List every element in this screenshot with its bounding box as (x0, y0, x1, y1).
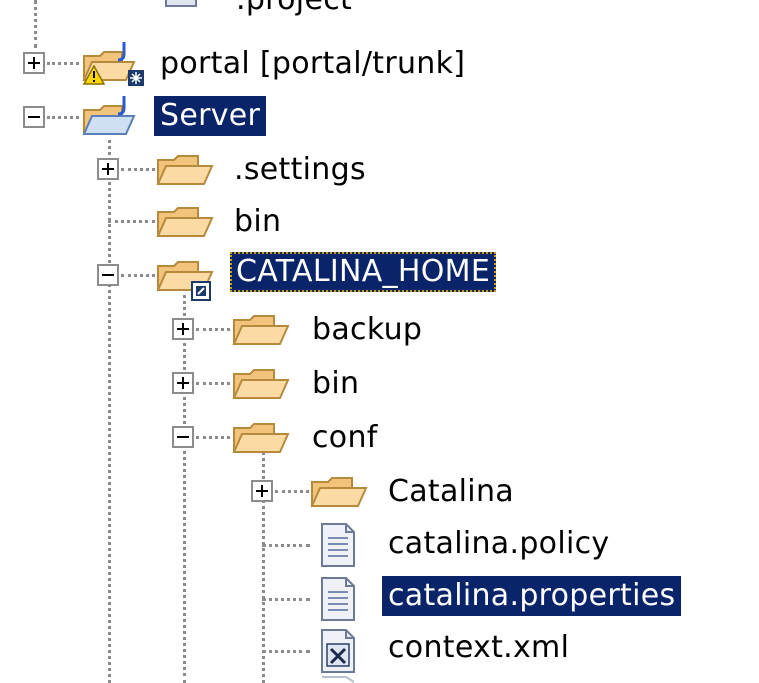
folder-icon (154, 202, 216, 242)
expand-toggle[interactable] (23, 52, 45, 74)
tree-guide-line (34, 0, 37, 48)
tree-item-label-catalina[interactable]: Catalina (382, 472, 520, 512)
tree-item-label-catalina-policy[interactable]: catalina.policy (382, 524, 615, 564)
tree-item-label-bin[interactable]: bin (228, 202, 287, 242)
tree-guide-line (108, 220, 155, 223)
collapse-toggle[interactable] (23, 106, 45, 128)
xml-file-icon (318, 628, 358, 674)
tree-item-label-bin[interactable]: bin (306, 364, 365, 404)
project-explorer-tree: .project portal [portal/trunk] Server (0, 0, 759, 683)
expand-toggle[interactable] (97, 158, 119, 180)
file-icon (318, 676, 358, 683)
tree-guide-line (121, 274, 155, 277)
folder-icon (308, 472, 370, 512)
tree-guide-line (183, 288, 186, 683)
tree-guide-line (47, 62, 79, 65)
tree-guide-line (262, 650, 310, 653)
tree-item-label-settings[interactable]: .settings (228, 150, 372, 190)
folder-icon (230, 364, 292, 404)
tree-guide-line (262, 598, 310, 601)
tree-guide-line (121, 168, 155, 171)
folder-icon (230, 310, 292, 350)
open-project-folder-icon (78, 94, 150, 142)
tree-item-label-project[interactable]: .project (230, 0, 358, 20)
expand-toggle[interactable] (172, 372, 194, 394)
tree-item-label-context-xml[interactable]: context.xml (382, 628, 575, 668)
tree-guide-line (275, 490, 309, 493)
tree-guide-line (262, 544, 310, 547)
expand-toggle[interactable] (251, 480, 273, 502)
tree-item-label-portal[interactable]: portal [portal/trunk] (154, 44, 471, 84)
collapse-toggle[interactable] (172, 426, 194, 448)
text-file-icon (318, 522, 358, 568)
project-file-icon (162, 0, 202, 10)
tree-item-label-server[interactable]: Server (154, 96, 267, 136)
open-folder-icon (230, 418, 292, 458)
tree-item-label-conf[interactable]: conf (306, 418, 384, 458)
collapse-toggle[interactable] (97, 264, 119, 286)
tree-item-label-catalina-properties[interactable]: catalina.properties (382, 576, 682, 616)
tree-item-label-catalina-home[interactable]: CATALINA_HOME (230, 252, 497, 292)
tree-guide-line (196, 436, 230, 439)
tree-item-label-backup[interactable]: backup (306, 310, 428, 350)
expand-toggle[interactable] (172, 318, 194, 340)
text-file-icon (318, 576, 358, 622)
project-folder-warning-icon (78, 40, 150, 88)
linked-folder-icon (154, 254, 226, 302)
tree-guide-line (47, 116, 79, 119)
folder-icon (154, 150, 216, 190)
tree-guide-line (196, 328, 230, 331)
tree-guide-line (196, 382, 230, 385)
